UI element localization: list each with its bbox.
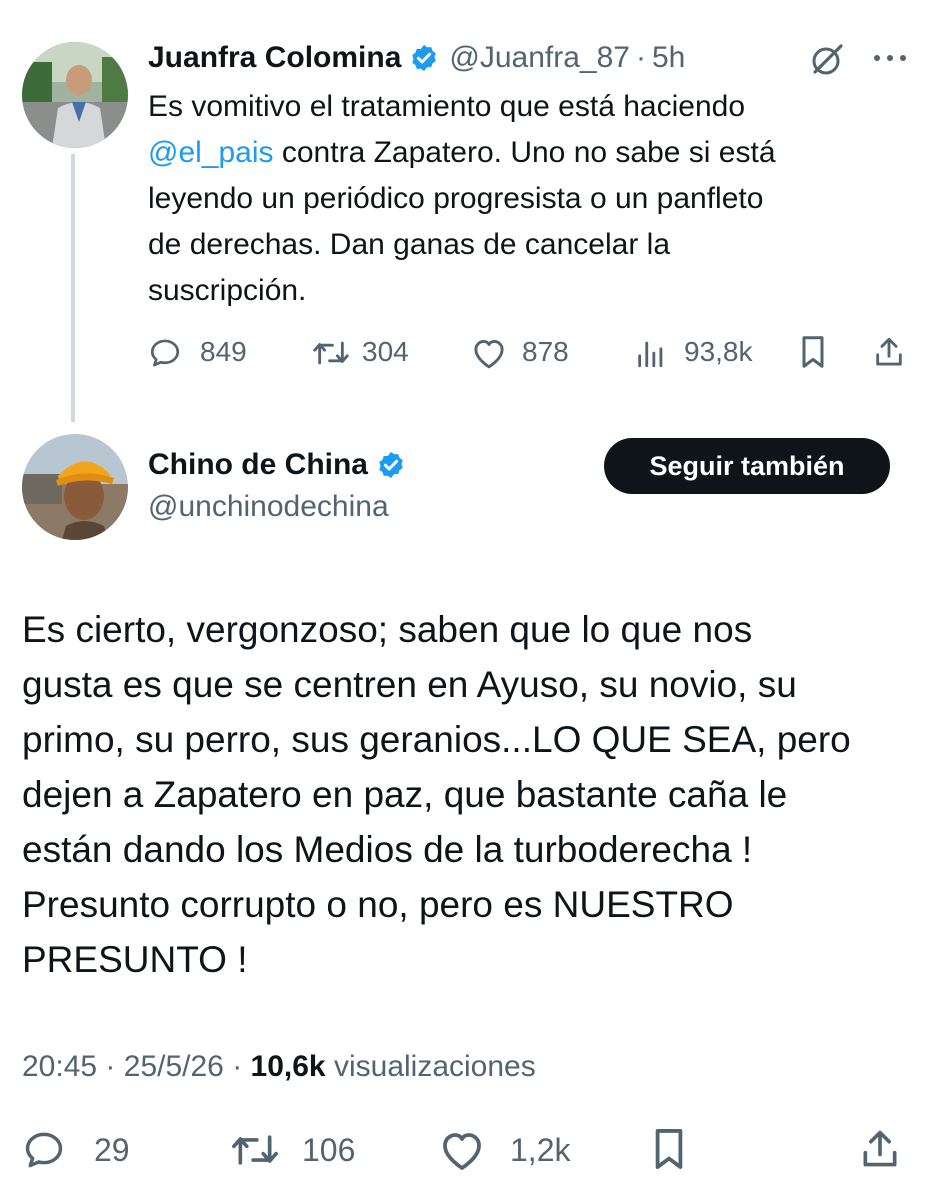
reply-tweet-text: Es cierto, vergonzoso; saben que lo que … bbox=[22, 602, 851, 987]
parent-author-handle[interactable]: @Juanfra_87 bbox=[449, 41, 630, 75]
like-icon[interactable] bbox=[438, 1128, 486, 1172]
share-icon[interactable] bbox=[858, 1126, 902, 1172]
views-count: 93,8k bbox=[684, 336, 753, 367]
text-line: suscripción. bbox=[148, 274, 307, 307]
text-line: Es vomitivo el tratamiento que está haci… bbox=[148, 90, 745, 123]
text-line: están dando los Medios de la turboderech… bbox=[22, 829, 753, 870]
mention-link[interactable]: @el_pais bbox=[148, 136, 274, 169]
parent-header: Juanfra Colomina @Juanfra_87 · 5h bbox=[148, 38, 685, 78]
retweet-count: 106 bbox=[302, 1132, 356, 1168]
reply-author-avatar[interactable] bbox=[22, 434, 128, 540]
text-line: primo, su perro, sus geranios...LO QUE S… bbox=[22, 719, 851, 760]
tweet-meta: 20:45 · 25/5/26 · 10,6k visualizaciones bbox=[22, 1050, 536, 1084]
reply-count: 29 bbox=[94, 1132, 130, 1168]
like-icon[interactable] bbox=[470, 336, 508, 370]
like-count: 1,2k bbox=[510, 1132, 571, 1168]
more-icon[interactable] bbox=[872, 52, 908, 64]
meta-separator: · bbox=[635, 41, 646, 74]
share-icon[interactable] bbox=[872, 334, 906, 370]
text-line: leyendo un periódico progresista o un pa… bbox=[148, 182, 764, 215]
views-icon[interactable] bbox=[634, 336, 668, 370]
reply-icon[interactable] bbox=[148, 336, 182, 370]
reply-icon[interactable] bbox=[22, 1128, 66, 1172]
reply-author-name[interactable]: Chino de China bbox=[148, 448, 368, 482]
bookmark-icon[interactable] bbox=[798, 334, 828, 370]
text-line: de derechas. Dan ganas de cancelar la bbox=[148, 228, 671, 261]
views-label: visualizaciones bbox=[333, 1050, 536, 1083]
text-line: dejen a Zapatero en paz, que bastante ca… bbox=[22, 774, 788, 815]
text-line-rest: contra Zapatero. Uno no sabe si está bbox=[281, 136, 776, 169]
text-line: PRESUNTO ! bbox=[22, 939, 248, 980]
verified-badge-icon bbox=[379, 451, 403, 479]
tweet-time[interactable]: 20:45 bbox=[22, 1050, 97, 1083]
follow-button[interactable]: Seguir también bbox=[604, 438, 890, 494]
text-line: @el_pais contra Zapatero. Uno no sabe si… bbox=[148, 130, 776, 176]
parent-tweet-text: Es vomitivo el tratamiento que está haci… bbox=[148, 84, 776, 314]
retweet-count: 304 bbox=[362, 336, 409, 367]
parent-author-avatar[interactable] bbox=[22, 42, 128, 148]
text-line: gusta es que se centren en Ayuso, su nov… bbox=[22, 664, 797, 705]
text-line: Es cierto, vergonzoso; saben que lo que … bbox=[22, 609, 753, 650]
parent-author-name[interactable]: Juanfra Colomina bbox=[148, 41, 401, 75]
text-line: Presunto corrupto o no, pero es NUESTRO bbox=[22, 884, 734, 925]
bookmark-icon[interactable] bbox=[650, 1126, 688, 1172]
thread-connector-line bbox=[71, 154, 75, 422]
meta-separator: · bbox=[105, 1050, 116, 1083]
reply-header: Chino de China bbox=[148, 444, 406, 486]
tweet-date[interactable]: 25/5/26 bbox=[124, 1050, 224, 1083]
retweet-icon[interactable] bbox=[310, 336, 352, 370]
reply-count: 849 bbox=[200, 336, 247, 367]
views-count: 10,6k bbox=[250, 1050, 326, 1083]
grok-icon[interactable] bbox=[808, 40, 846, 78]
verified-badge-icon bbox=[412, 44, 437, 72]
like-count: 878 bbox=[522, 336, 569, 367]
retweet-icon[interactable] bbox=[228, 1128, 282, 1172]
reply-author-handle[interactable]: @unchinodechina bbox=[148, 490, 389, 524]
meta-separator: · bbox=[232, 1050, 243, 1083]
parent-timestamp[interactable]: 5h bbox=[652, 41, 685, 75]
